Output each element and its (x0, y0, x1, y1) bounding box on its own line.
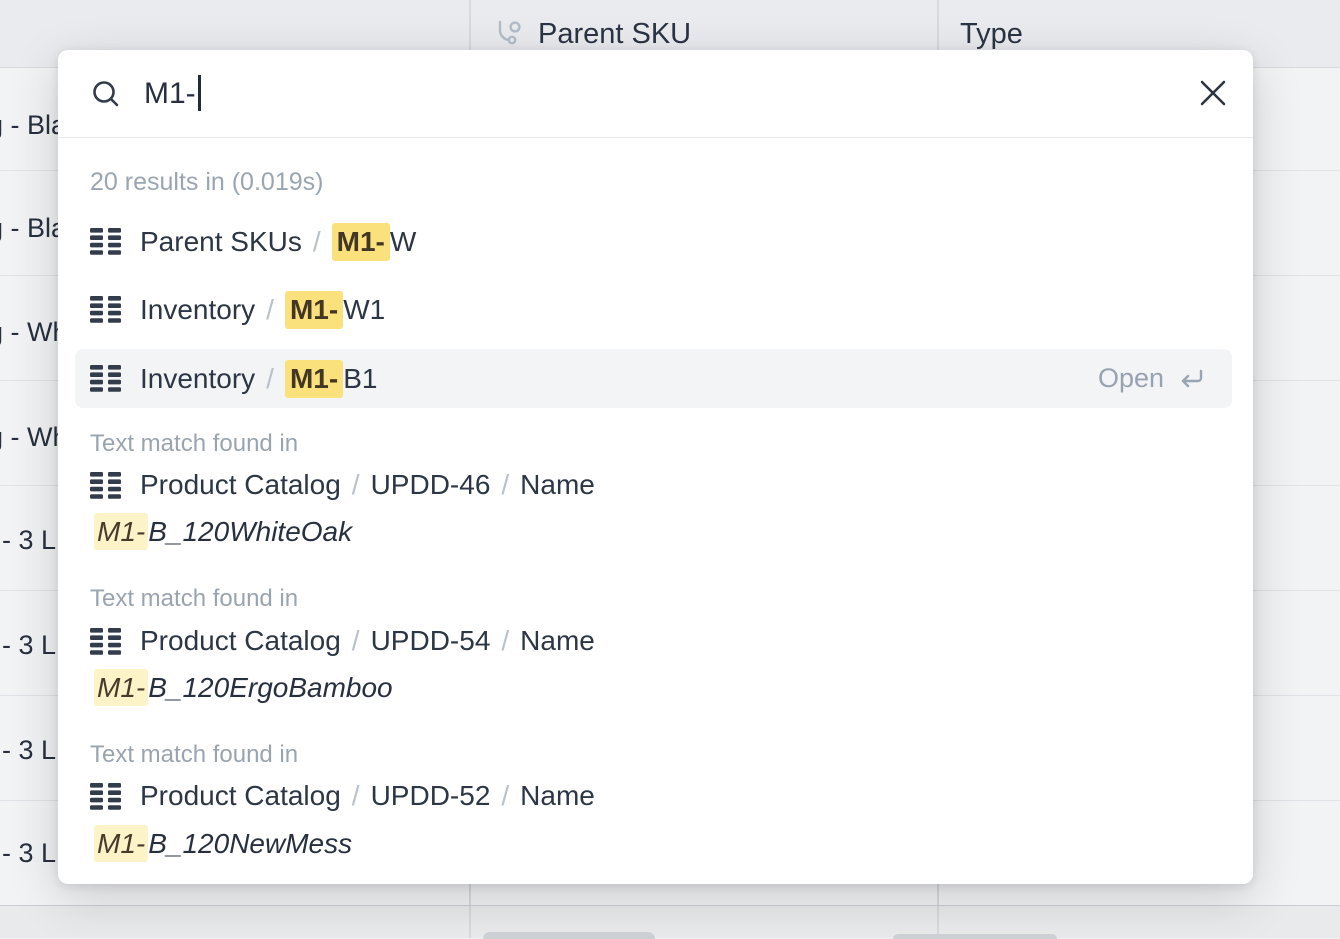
column-header-label: Parent SKU (538, 18, 691, 51)
search-modal: M1- 20 results in (0.019s) Parent SKUs /… (58, 50, 1253, 884)
match-highlight-soft: M1- (94, 513, 148, 550)
result-row-name: W (390, 226, 416, 258)
enter-key-icon (1176, 367, 1206, 391)
table-row: - 3 L (2, 837, 56, 869)
text-match-crumb[interactable]: Product Catalog / UPDD-54 / Name (90, 624, 595, 658)
search-input[interactable]: M1- (144, 74, 201, 114)
text-match-label: Text match found in (90, 430, 298, 458)
table-icon (90, 228, 121, 255)
match-record-id: UPDD-54 (371, 625, 491, 657)
text-match-crumb[interactable]: Product Catalog / UPDD-52 / Name (90, 779, 595, 813)
breadcrumb-separator: / (266, 294, 274, 326)
search-result-row[interactable]: Parent SKUs / M1-W (75, 212, 1232, 271)
match-field-name: Name (520, 780, 595, 812)
table-row: g - Bla (0, 109, 66, 141)
match-highlight-soft: M1- (94, 669, 148, 706)
breadcrumb-separator: / (313, 226, 321, 258)
match-record-id: UPDD-52 (371, 780, 491, 812)
match-record-id: UPDD-46 (371, 469, 491, 501)
table-row: - 3 L (2, 524, 56, 556)
text-match-value: M1-B_120NewMess (94, 828, 352, 860)
match-field-name: Name (520, 625, 595, 657)
table-row: g - Bla (0, 212, 66, 244)
search-result-row-selected[interactable]: Inventory / M1-B1 Open (75, 349, 1232, 408)
table-row: - 3 L (2, 734, 56, 766)
match-table-name: Product Catalog (140, 469, 341, 501)
match-field-name: Name (520, 469, 595, 501)
breadcrumb-separator: / (352, 625, 360, 657)
bottom-band (0, 905, 1340, 938)
text-match-crumb[interactable]: Product Catalog / UPDD-46 / Name (90, 468, 595, 502)
breadcrumb-separator: / (501, 625, 509, 657)
breadcrumb-separator: / (352, 469, 360, 501)
result-table-name: Inventory (140, 294, 255, 326)
close-icon[interactable] (1196, 76, 1230, 110)
table-icon (90, 472, 121, 499)
column-header-label: Type (960, 18, 1023, 51)
result-row-name: B1 (343, 363, 377, 395)
search-result-row[interactable]: Inventory / M1-W1 (75, 280, 1232, 339)
breadcrumb-separator: / (501, 780, 509, 812)
match-highlight-soft: M1- (94, 825, 148, 862)
table-icon (90, 628, 121, 655)
results-summary: 20 results in (0.019s) (90, 168, 323, 197)
result-row-name: W1 (343, 294, 385, 326)
table-icon (90, 365, 121, 392)
match-table-name: Product Catalog (140, 625, 341, 657)
result-table-name: Inventory (140, 363, 255, 395)
text-match-label: Text match found in (90, 585, 298, 613)
open-label: Open (1098, 363, 1164, 394)
breadcrumb-separator: / (352, 780, 360, 812)
table-icon (90, 783, 121, 810)
link-row-icon (492, 19, 524, 49)
text-match-label: Text match found in (90, 741, 298, 769)
search-icon (90, 78, 124, 117)
text-match-value: M1-B_120ErgoBamboo (94, 672, 393, 704)
table-icon (90, 296, 121, 323)
match-highlight: M1- (332, 223, 390, 261)
match-table-name: Product Catalog (140, 780, 341, 812)
match-highlight: M1- (285, 360, 343, 398)
match-highlight: M1- (285, 291, 343, 329)
column-divider (469, 906, 471, 938)
text-caret (198, 75, 201, 111)
background-button-fragment (893, 934, 1057, 939)
text-match-value: M1-B_120WhiteOak (94, 516, 352, 548)
divider (58, 137, 1253, 138)
table-row: - 3 L (2, 629, 56, 661)
open-hint: Open (1098, 349, 1206, 408)
breadcrumb-separator: / (266, 363, 274, 395)
result-table-name: Parent SKUs (140, 226, 302, 258)
breadcrumb-separator: / (501, 469, 509, 501)
search-bar[interactable]: M1- (58, 50, 1253, 138)
